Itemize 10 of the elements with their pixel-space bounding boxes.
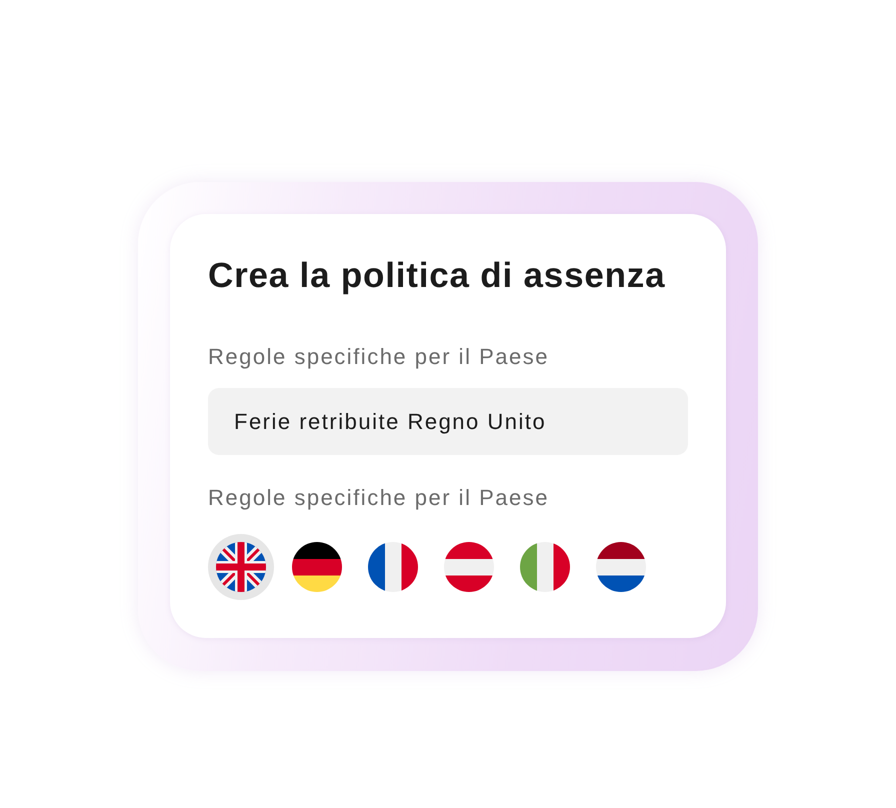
austrian-flag-icon [444, 542, 494, 592]
italian-flag-icon [520, 542, 570, 592]
french-flag-icon [368, 542, 418, 592]
field-label: Regole specifiche per il Paese [208, 343, 549, 371]
input-field[interactable]: Ferie retribuite Regno Unito [208, 388, 688, 455]
field-label: Regole specifiche per il Paese [208, 484, 549, 512]
dutch-flag-icon [596, 542, 646, 592]
card-title: Crea la politica di assenza [208, 255, 666, 297]
union-jack-flag-icon [216, 542, 266, 592]
german-flag-icon [292, 542, 342, 592]
